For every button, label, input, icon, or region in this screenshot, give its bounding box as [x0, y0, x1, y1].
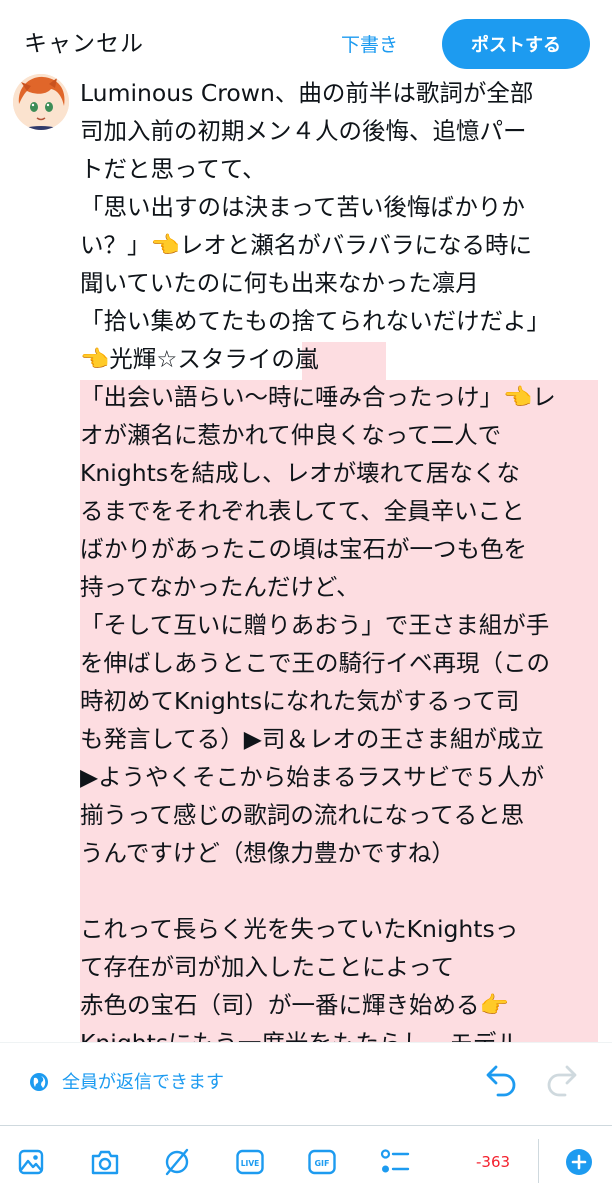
- compose-text-line: い？」👈レオと瀬名がバラバラになる時に: [80, 231, 533, 259]
- compose-text-line: 時初めてKnightsになれた気がするって司: [80, 687, 520, 715]
- compose-text-line: Knightsを結成し、レオが壊れて居なくな: [80, 459, 520, 487]
- compose-text-line: 「そして互いに贈りあおう」で王さま組が手: [80, 611, 550, 639]
- globe-icon: [29, 1072, 49, 1096]
- redo-icon: [545, 1063, 581, 1101]
- gif-icon[interactable]: GIF: [308, 1148, 336, 1180]
- live-icon[interactable]: LIVE: [236, 1148, 264, 1180]
- compose-text-line: 「思い出すのは決まって苦い後悔ばかりか: [80, 193, 525, 221]
- image-icon[interactable]: [17, 1148, 45, 1180]
- compose-text-line: これって長らく光を失っていたKnightsっ: [80, 915, 519, 943]
- divider: [538, 1139, 539, 1183]
- compose-text-line: るまでをそれぞれ表してて、全員辛いこと: [80, 497, 525, 525]
- gif-icon-text: GIF: [314, 1159, 329, 1168]
- compose-text-line: 赤色の宝石（司）が一番に輝き始める👉: [80, 991, 509, 1019]
- compose-text-line: も発言してる）▶司＆レオの王さま組が成立: [80, 725, 544, 753]
- compose-text-area[interactable]: Luminous Crown、曲の前半は歌詞が全部 司加入前の初期メン４人の後悔、…: [80, 74, 604, 1042]
- character-counter: -363: [476, 1153, 511, 1171]
- cancel-button[interactable]: キャンセル: [24, 24, 144, 58]
- compose-text-line: 聞いていたのに何も出来なかった凛月: [80, 269, 479, 297]
- compose-text-line: 「拾い集めてたもの捨てられないだけだよ」: [80, 307, 550, 335]
- compose-header: キャンセル 下書き ポストする: [0, 0, 612, 80]
- compose-text-line: 👈光輝☆スタライの嵐: [80, 345, 319, 373]
- compose-text-line: を伸ばしあうとこで王の騎行イベ再現（この: [80, 649, 550, 677]
- post-button[interactable]: ポストする: [442, 19, 590, 69]
- compose-text-line: Luminous Crown、曲の前半は歌詞が全部: [80, 79, 534, 107]
- live-icon-text: LIVE: [241, 1159, 260, 1168]
- drafts-button[interactable]: 下書き: [341, 30, 398, 57]
- compose-text-line: うんですけど（想像力豊かですね）: [80, 839, 455, 867]
- compose-text-line: ▶ようやくそこから始まるラスサビで５人が: [80, 763, 545, 791]
- compose-text-line: て存在が司が加入したことによって: [80, 953, 455, 981]
- compose-text-line: 揃うって感じの歌詞の流れになってると思: [80, 801, 525, 829]
- compose-text-line: 「出会い語らい〜時に唾み合ったっけ」👈レ: [80, 383, 556, 411]
- compose-text-line: 持ってなかったんだけど、: [80, 573, 360, 601]
- camera-icon[interactable]: [90, 1148, 120, 1180]
- no-alt-icon[interactable]: [163, 1148, 191, 1180]
- compose-text-line: Knightsにもう一度光をもたらし、モデル: [80, 1024, 520, 1042]
- compose-text-line: ばかりがあったこの頃は宝石が一つも色を: [80, 535, 527, 563]
- compose-text-line: トだと思ってて、: [80, 155, 266, 183]
- compose-text-line: 司加入前の初期メン４人の後悔、追憶パー: [80, 117, 527, 145]
- reply-setting-label[interactable]: 全員が返信できます: [62, 1068, 224, 1094]
- avatar: [13, 74, 69, 130]
- undo-icon[interactable]: [482, 1063, 518, 1101]
- add-post-icon[interactable]: [565, 1148, 593, 1176]
- compose-text-line: オが瀬名に惹かれて仲良くなって二人で: [80, 421, 502, 449]
- poll-icon[interactable]: [380, 1148, 410, 1180]
